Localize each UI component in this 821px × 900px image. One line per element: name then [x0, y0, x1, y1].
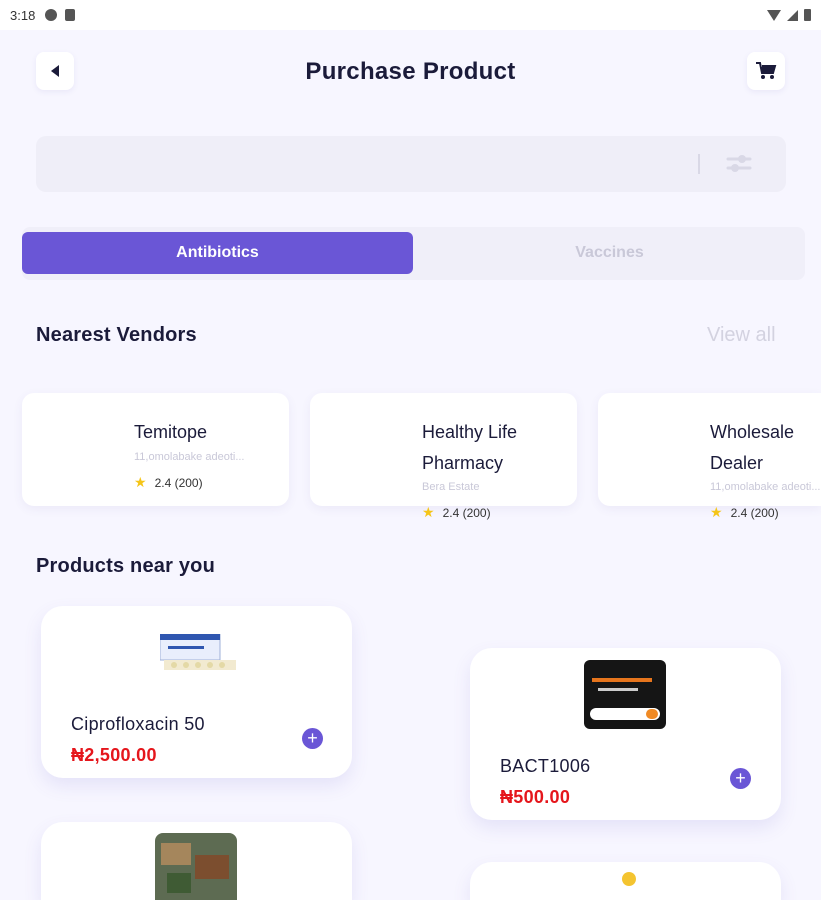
- view-all-link[interactable]: View all: [707, 324, 776, 347]
- product-card[interactable]: [470, 862, 781, 900]
- notification-icon: [45, 9, 58, 21]
- plus-icon: +: [307, 728, 318, 748]
- vendor-rating-value: 2.4 (200): [154, 475, 203, 490]
- vendor-name: Temitope: [134, 422, 208, 442]
- product-image: [159, 633, 236, 674]
- battery-icon: [804, 9, 811, 21]
- sim-icon: [65, 9, 76, 21]
- status-bar: 3:18: [0, 0, 821, 30]
- search-bar: [36, 136, 786, 192]
- tab-vaccines[interactable]: Vaccines: [414, 232, 805, 274]
- vendor-rating-value: 2.4 (200): [730, 505, 779, 520]
- vendor-address: Bera Estate: [422, 481, 480, 493]
- tab-antibiotics[interactable]: Antibiotics: [22, 232, 413, 274]
- vendor-rating: ★ 2.4 (200): [422, 504, 491, 521]
- page-title: Purchase Product: [305, 58, 516, 85]
- cart-icon: [756, 62, 777, 79]
- product-image: [622, 872, 636, 886]
- vendor-rating-value: 2.4 (200): [442, 505, 491, 520]
- nearest-vendors-title: Nearest Vendors: [36, 324, 197, 346]
- vendor-address: 11,omolabake adeoti...: [710, 481, 820, 493]
- star-icon: ★: [422, 504, 435, 520]
- vendor-address: 11,omolabake adeoti...: [134, 451, 245, 463]
- vendor-rating: ★ 2.4 (200): [710, 504, 779, 521]
- product-name: Ciprofloxacin 50: [71, 714, 205, 734]
- product-price: ₦500.00: [500, 787, 571, 807]
- product-card[interactable]: [41, 822, 352, 900]
- product-card[interactable]: Ciprofloxacin 50 ₦2,500.00 +: [41, 606, 352, 778]
- search-input[interactable]: [36, 136, 686, 192]
- search-divider: [698, 154, 700, 174]
- product-image: [155, 833, 237, 900]
- product-name: BACT1006: [500, 756, 591, 776]
- product-price: ₦2,500.00: [71, 745, 157, 765]
- star-icon: ★: [134, 474, 147, 490]
- star-icon: ★: [710, 504, 723, 520]
- category-tabs: Antibiotics Vaccines: [22, 227, 805, 280]
- products-near-you-title: Products near you: [36, 555, 215, 577]
- status-time: 3:18: [10, 7, 36, 23]
- wifi-icon: [767, 9, 781, 21]
- plus-icon: +: [735, 768, 746, 788]
- vendor-card[interactable]: Wholesale Dealer 11,omolabake adeoti... …: [598, 393, 821, 520]
- cart-button[interactable]: [747, 52, 785, 90]
- vendor-rating: ★ 2.4 (200): [134, 474, 203, 491]
- product-image: [584, 660, 666, 729]
- product-card[interactable]: BACT1006 ₦500.00 +: [470, 648, 781, 820]
- add-to-cart-button[interactable]: +: [730, 768, 751, 789]
- add-to-cart-button[interactable]: +: [302, 728, 323, 749]
- vendor-name: Healthy Life Pharmacy: [422, 422, 518, 473]
- signal-icon: [787, 9, 798, 21]
- vendor-name: Wholesale Dealer: [710, 422, 795, 473]
- vendor-card[interactable]: Healthy Life Pharmacy Bera Estate ★ 2.4 …: [310, 393, 577, 520]
- vendor-card[interactable]: Temitope 11,omolabake adeoti... ★ 2.4 (2…: [22, 393, 289, 506]
- filter-icon[interactable]: [726, 152, 752, 176]
